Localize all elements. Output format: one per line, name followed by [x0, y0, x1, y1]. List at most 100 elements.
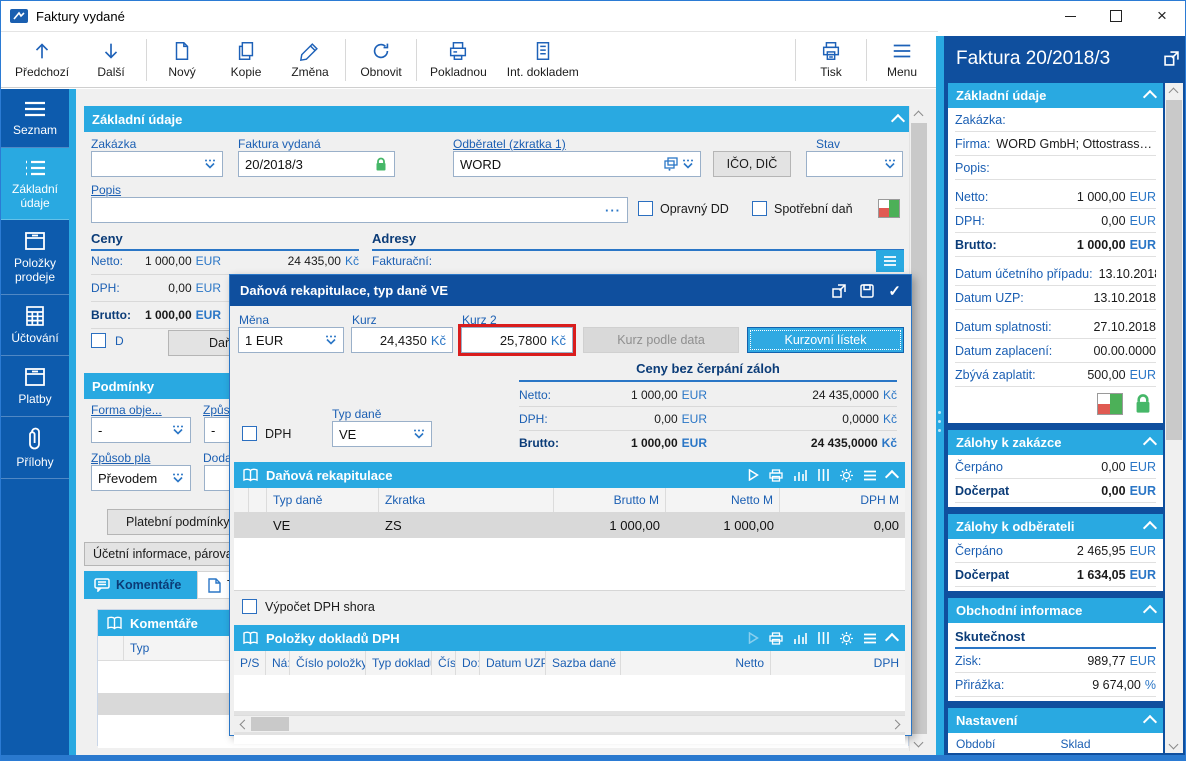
ellipsis-button[interactable]: ··· [605, 203, 621, 218]
grid2-col-do[interactable]: Do: [456, 651, 480, 675]
ico-dic-button[interactable]: IČO, DIČ [713, 151, 791, 177]
dropdown-arrow-icon[interactable] [413, 429, 425, 440]
sidebar-item-prilohy[interactable]: Přílohy [1, 417, 69, 480]
card-header[interactable]: Zálohy k zakázce [948, 430, 1163, 455]
grid2-col-dph[interactable]: DPH [771, 651, 905, 675]
scroll-up-arrow[interactable] [910, 106, 927, 122]
toolbar-button-predchozi[interactable]: Předchozí [5, 36, 79, 83]
minimize-button[interactable] [1047, 1, 1093, 31]
chart-icon[interactable] [793, 469, 807, 481]
grid2-col-ps[interactable]: P/S [234, 651, 266, 675]
collapse-icon[interactable] [890, 113, 906, 128]
grid1-data-row[interactable]: VE ZS 1 000,00 1 000,00 0,00 [234, 512, 905, 538]
dph-checkbox[interactable] [242, 426, 257, 441]
close-button[interactable]: × [1139, 1, 1185, 31]
dropdown-arrow-icon[interactable] [325, 335, 337, 346]
kurzovni-listek-button[interactable]: Kurzovní lístek [747, 327, 904, 353]
grid2-col-na[interactable]: Ná: [266, 651, 290, 675]
card-header[interactable]: Zálohy k odběrateli [948, 514, 1163, 539]
gear-icon[interactable] [840, 468, 853, 482]
scroll-right-arrow[interactable] [888, 716, 905, 732]
gear-icon[interactable] [840, 631, 853, 645]
dialog-titlebar[interactable]: Daňová rekapitulace, typ daně VE ✓ [230, 275, 911, 306]
confirm-check-icon[interactable]: ✓ [888, 282, 901, 300]
scroll-down-arrow[interactable] [910, 735, 927, 751]
dropdown-arrow-icon[interactable] [172, 473, 184, 484]
card-header[interactable]: Obchodní informace [948, 598, 1163, 623]
grid1-col-dph-m[interactable]: DPH M [780, 488, 905, 512]
columns-icon[interactable] [817, 632, 830, 644]
sidebar-item-polozky-prodeje[interactable]: Položky prodeje [1, 220, 69, 295]
toolbar-button-tisk[interactable]: Tisk [799, 36, 863, 83]
grid1-col-zkratka[interactable]: Zkratka [379, 488, 554, 512]
print-icon[interactable] [769, 631, 783, 645]
sidebar-item-zakladni-udaje[interactable]: Základní údaje [1, 147, 69, 221]
grid-menu-icon[interactable] [863, 470, 877, 481]
popout-icon[interactable] [1164, 51, 1179, 66]
d-checkbox[interactable] [91, 333, 106, 348]
panel-splitter[interactable] [936, 36, 944, 758]
dropdown-arrow-icon[interactable] [884, 159, 896, 170]
toolbar-button-dalsi[interactable]: Další [79, 36, 143, 83]
zakazka-dropdown[interactable] [91, 151, 223, 177]
sidebar-item-uctovani[interactable]: Účtování [1, 295, 69, 356]
collapse-icon[interactable] [1142, 520, 1158, 536]
toolbar-button-obnovit[interactable]: Obnovit [349, 36, 413, 83]
maximize-button[interactable] [1093, 1, 1139, 31]
typ-dane-dropdown[interactable]: VE [332, 421, 432, 447]
opravny-dd-checkbox[interactable] [638, 201, 653, 216]
card-header[interactable]: Nastavení [948, 708, 1163, 733]
collapse-icon[interactable] [1142, 89, 1158, 105]
address-menu-button[interactable] [876, 250, 904, 272]
sidebar-item-platby[interactable]: Platby [1, 356, 69, 417]
chart-icon[interactable] [793, 632, 807, 644]
zpusob-pla-dropdown[interactable]: Převodem [91, 465, 191, 491]
play-icon[interactable] [748, 469, 759, 481]
grid1-col-brutto-m[interactable]: Brutto M [554, 488, 666, 512]
grid-menu-icon[interactable] [863, 633, 877, 644]
spotrebni-dan-checkbox[interactable] [752, 201, 767, 216]
dropdown-arrow-icon[interactable] [682, 159, 694, 170]
collapse-icon[interactable] [884, 632, 900, 647]
grid2-col-cislo-polozky[interactable]: Číslo položky [290, 651, 366, 675]
toolbar-button-kopie[interactable]: Kopie [214, 36, 278, 83]
partner-stack-icon[interactable] [664, 157, 678, 171]
odberatel-input[interactable]: WORD [453, 151, 701, 177]
section-header-zakladni-udaje[interactable]: Základní údaje [84, 106, 911, 132]
forma-dropdown[interactable]: - [91, 417, 191, 443]
toolbar-button-zmena[interactable]: Změna [278, 36, 342, 83]
grid2-col-typ-dokladu[interactable]: Typ dokladu [366, 651, 432, 675]
grid1-col-netto-m[interactable]: Netto M [666, 488, 780, 512]
kurz2-input[interactable]: 25,7800 Kč [461, 327, 573, 353]
print-icon[interactable] [769, 468, 783, 482]
grid1-col-typ-dane[interactable]: Typ daně [267, 488, 379, 512]
kurz-input[interactable]: 24,4350 Kč [351, 327, 453, 353]
panel-vertical-scrollbar[interactable] [1165, 83, 1183, 753]
stav-dropdown[interactable] [806, 151, 903, 177]
dropdown-arrow-icon[interactable] [204, 159, 216, 170]
vypocet-dph-checkbox[interactable] [242, 599, 257, 614]
sidebar-item-seznam[interactable]: Seznam [1, 89, 69, 148]
scroll-left-arrow[interactable] [234, 716, 251, 732]
modal-horizontal-scrollbar[interactable] [234, 715, 905, 732]
grid2-col-datum-uzp[interactable]: Datum UZP [480, 651, 546, 675]
dropdown-arrow-icon[interactable] [172, 425, 184, 436]
scrollbar-thumb[interactable] [251, 717, 289, 731]
tab-komentare[interactable]: Komentáře [84, 571, 197, 599]
scrollbar-thumb[interactable] [1166, 100, 1182, 440]
scroll-down-arrow[interactable] [1165, 737, 1182, 753]
collapse-icon[interactable] [1142, 604, 1158, 620]
save-icon[interactable] [860, 283, 875, 298]
card-header[interactable]: Základní údaje [948, 83, 1163, 108]
grid2-col-cis[interactable]: Čís [432, 651, 456, 675]
scrollbar-thumb[interactable] [911, 123, 927, 734]
collapse-icon[interactable] [1142, 714, 1158, 730]
toolbar-button-int-dokladem[interactable]: Int. dokladem [497, 36, 589, 83]
faktura-input[interactable]: 20/2018/3 [238, 151, 395, 177]
collapse-icon[interactable] [1142, 436, 1158, 452]
scroll-up-arrow[interactable] [1165, 83, 1182, 99]
columns-icon[interactable] [817, 469, 830, 481]
collapse-icon[interactable] [884, 469, 900, 484]
toolbar-button-novy[interactable]: Nový [150, 36, 214, 83]
mena-dropdown[interactable]: 1 EUR [238, 327, 344, 353]
